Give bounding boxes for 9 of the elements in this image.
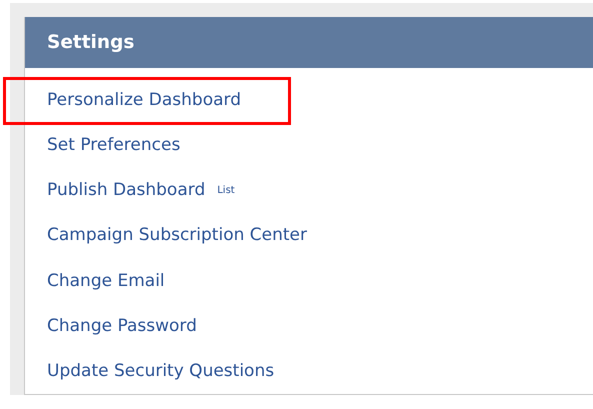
settings-link[interactable]: Publish Dashboard <box>47 180 206 200</box>
settings-link[interactable]: Change Password <box>47 316 197 336</box>
settings-link[interactable]: Change Email <box>47 270 165 291</box>
settings-link[interactable]: Personalize Dashboard <box>47 90 242 110</box>
settings-link[interactable]: Update Security Questions <box>47 361 274 382</box>
panel-title: Settings <box>47 32 134 53</box>
settings-link[interactable]: Set Preferences <box>47 134 180 155</box>
list-link[interactable]: List <box>217 184 235 196</box>
settings-link[interactable]: Campaign Subscription Center <box>47 225 307 246</box>
